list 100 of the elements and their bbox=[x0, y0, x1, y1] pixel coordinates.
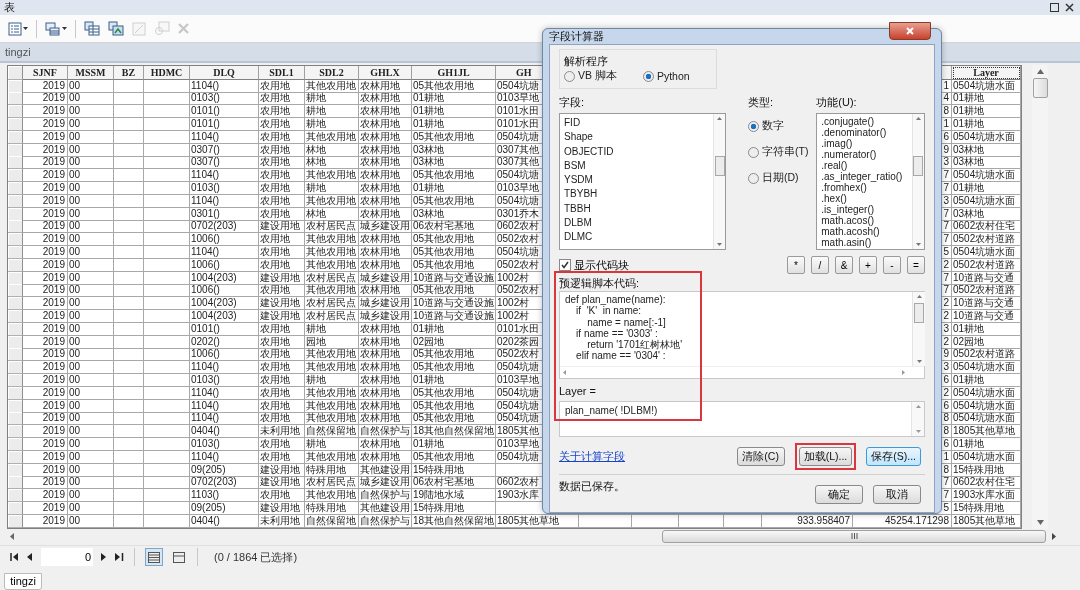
table-cell: 农用地 bbox=[259, 399, 305, 413]
rows-icon bbox=[148, 551, 160, 563]
scroll-up-icon[interactable] bbox=[915, 405, 921, 408]
scroll-down-icon[interactable] bbox=[916, 360, 922, 363]
scroll-up-icon[interactable] bbox=[916, 295, 922, 298]
row-selector[interactable] bbox=[8, 412, 23, 426]
restore-icon[interactable] bbox=[1050, 3, 1059, 13]
column-header[interactable]: SJNF bbox=[23, 65, 68, 80]
type-radio[interactable]: 数字 bbox=[748, 119, 810, 133]
scroll-thumb[interactable] bbox=[662, 529, 1046, 543]
table-cell: 0504坑塘水面 bbox=[952, 194, 1021, 208]
operator-button[interactable]: + bbox=[859, 256, 877, 274]
select-by-attributes-button[interactable] bbox=[82, 18, 102, 39]
last-record-icon[interactable] bbox=[115, 553, 124, 562]
scroll-left-icon[interactable] bbox=[10, 532, 14, 540]
first-record-icon[interactable] bbox=[10, 553, 19, 562]
table-cell bbox=[144, 373, 190, 387]
row-selector[interactable] bbox=[8, 476, 23, 490]
column-header[interactable]: GHLX bbox=[359, 65, 412, 80]
ok-button[interactable]: 确定 bbox=[815, 485, 863, 504]
scroll-up-icon[interactable] bbox=[717, 117, 722, 120]
table-tab[interactable]: tingzi bbox=[4, 572, 42, 590]
table-cell: 农用地 bbox=[259, 412, 305, 426]
row-selector[interactable] bbox=[8, 284, 23, 298]
scroll-up-icon[interactable] bbox=[916, 117, 921, 120]
scroll-left-icon[interactable] bbox=[563, 370, 566, 375]
column-header[interactable]: DLQ bbox=[190, 65, 259, 80]
scroll-down-icon[interactable] bbox=[916, 243, 921, 246]
column-header[interactable]: Layer bbox=[952, 65, 1021, 80]
column-header[interactable]: GH1JL bbox=[412, 65, 496, 80]
type-radio[interactable]: 日期(D) bbox=[748, 171, 810, 185]
table-cell bbox=[144, 233, 190, 247]
table-cell: 0103() bbox=[190, 437, 259, 451]
table-cell: 耕地 bbox=[305, 92, 359, 106]
table-cell: 0504坑塘水面 bbox=[952, 246, 1021, 259]
column-header[interactable]: MSSM bbox=[68, 65, 114, 80]
scroll-up-icon[interactable] bbox=[1036, 68, 1044, 74]
parser-radio[interactable]: Python bbox=[642, 69, 690, 83]
selected-records-button[interactable] bbox=[171, 549, 187, 566]
row-selector[interactable] bbox=[8, 361, 23, 375]
all-records-button[interactable] bbox=[145, 548, 163, 567]
row-selector[interactable] bbox=[8, 118, 23, 132]
header-corner[interactable] bbox=[8, 65, 23, 80]
column-header[interactable]: BZ bbox=[114, 65, 144, 80]
column-header[interactable]: SDL2 bbox=[305, 65, 359, 80]
operator-button[interactable]: & bbox=[835, 256, 853, 274]
save-button[interactable]: 保存(S)... bbox=[866, 447, 921, 466]
type-radio[interactable]: 字符串(T) bbox=[748, 145, 810, 159]
row-selector[interactable] bbox=[8, 489, 23, 503]
scroll-thumb[interactable] bbox=[913, 155, 924, 176]
table-cell bbox=[114, 233, 144, 247]
row-selector[interactable] bbox=[8, 348, 23, 362]
vertical-scrollbar[interactable] bbox=[1032, 64, 1048, 529]
operator-button[interactable]: * bbox=[787, 256, 805, 274]
column-header[interactable]: SDL1 bbox=[259, 65, 305, 80]
row-selector[interactable] bbox=[8, 233, 23, 247]
expression-field[interactable]: plan_name( !DLBM!) bbox=[559, 401, 925, 437]
operator-button[interactable]: / bbox=[811, 256, 829, 274]
operator-button[interactable]: = bbox=[907, 256, 925, 274]
table-cell: 2019 bbox=[23, 79, 68, 93]
table-cell: 2019 bbox=[23, 169, 68, 183]
scroll-thumb[interactable] bbox=[914, 303, 924, 323]
row-selector[interactable] bbox=[8, 169, 23, 183]
row-selector[interactable] bbox=[8, 220, 23, 234]
table-cell: 00 bbox=[68, 463, 114, 477]
table-cell bbox=[114, 105, 144, 119]
codeblock-field[interactable]: def plan_name(name): if 'K' in name: name = name[:-1] if name == '0303' : return '1701红树林地' elif name == '0304' : bbox=[559, 291, 925, 379]
row-selector[interactable] bbox=[8, 246, 23, 259]
scroll-down-icon[interactable] bbox=[915, 430, 921, 433]
previous-record-icon[interactable] bbox=[27, 553, 33, 562]
row-selector[interactable] bbox=[8, 297, 23, 311]
table-cell: 00 bbox=[68, 373, 114, 387]
close-icon bbox=[906, 26, 914, 35]
column-header[interactable]: HDMC bbox=[144, 65, 190, 80]
row-selector[interactable] bbox=[8, 425, 23, 439]
scroll-down-icon[interactable] bbox=[1036, 519, 1044, 525]
row-selector[interactable] bbox=[8, 182, 23, 195]
close-icon[interactable] bbox=[1065, 3, 1074, 13]
scroll-thumb[interactable] bbox=[714, 155, 725, 176]
scroll-thumb[interactable] bbox=[1032, 77, 1048, 98]
table-cell: 05其他农用地 bbox=[412, 450, 496, 464]
next-record-icon[interactable] bbox=[101, 553, 107, 562]
table-cell: 1104() bbox=[190, 399, 259, 413]
record-field[interactable]: 0 bbox=[41, 548, 93, 567]
row-selector[interactable] bbox=[8, 105, 23, 119]
clear-button[interactable]: 清除(C) bbox=[736, 447, 785, 466]
cancel-button[interactable]: 取消 bbox=[873, 485, 921, 504]
rows-icon bbox=[173, 551, 185, 563]
table-cell bbox=[114, 425, 144, 439]
row-selector[interactable] bbox=[8, 92, 23, 106]
scroll-right-icon[interactable] bbox=[1052, 532, 1056, 540]
switch-selection-button[interactable] bbox=[106, 18, 126, 39]
table-cell: 自然保护与 bbox=[359, 489, 412, 503]
table-cell: 15特殊用地 bbox=[952, 463, 1021, 477]
row-selector[interactable] bbox=[8, 156, 23, 170]
operator-button[interactable]: - bbox=[883, 256, 901, 274]
table-cell: 农用地 bbox=[259, 182, 305, 195]
load-button[interactable]: 加载(L)... bbox=[798, 447, 853, 466]
scroll-down-icon[interactable] bbox=[717, 243, 722, 246]
table-cell bbox=[144, 399, 190, 413]
